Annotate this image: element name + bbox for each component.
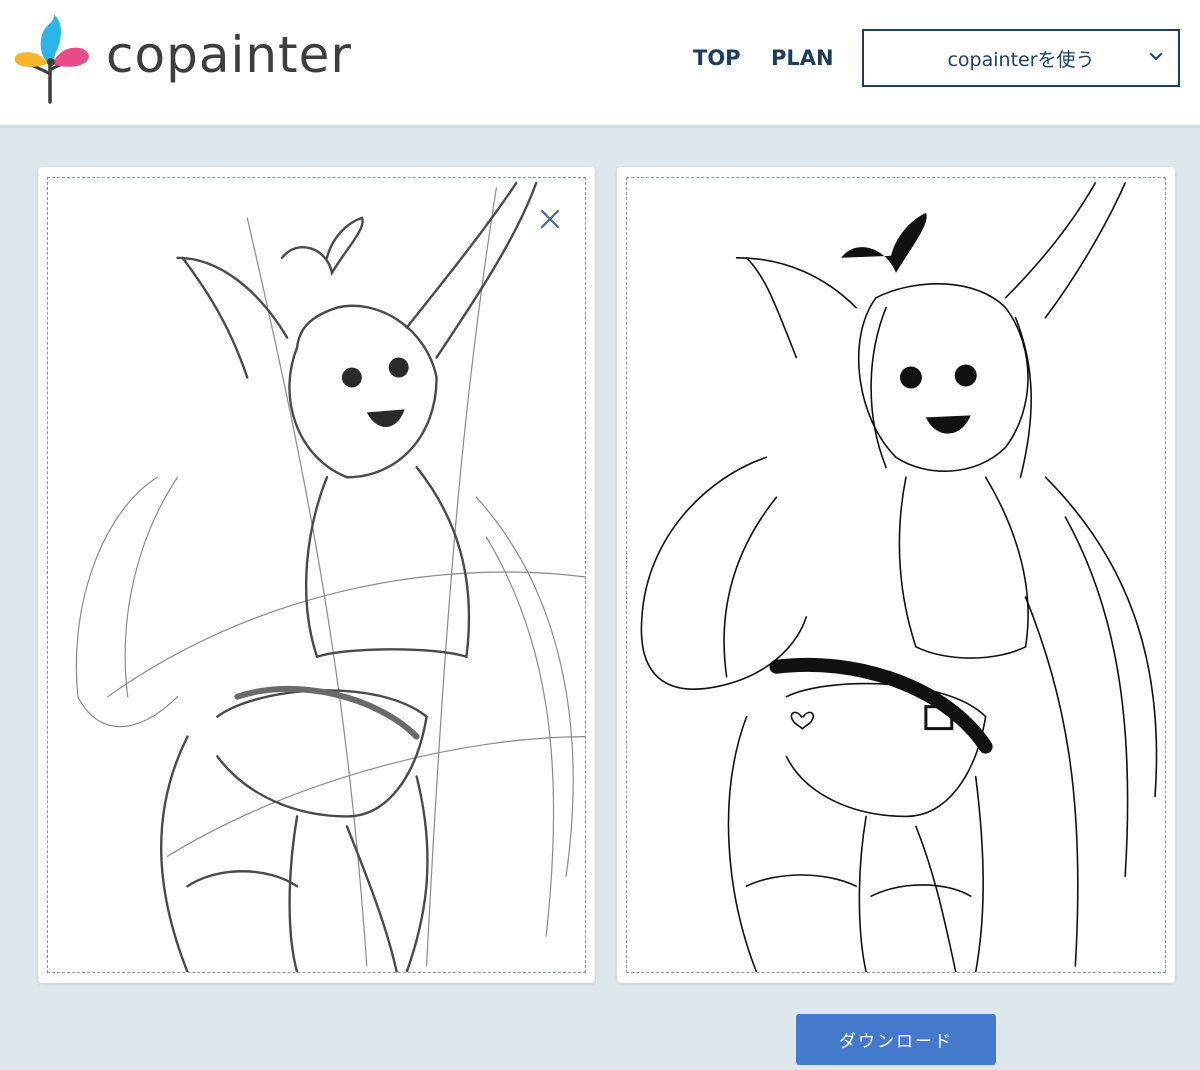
nav-plan-link[interactable]: PLAN [771,46,834,70]
flower-brush-icon [14,14,89,104]
input-image-panel [38,167,595,983]
logo-wordmark: copainter [106,26,352,84]
clean-lineart-image [640,182,1158,972]
lineart-result-area [626,177,1166,973]
site-header: copainter TOP PLAN copainterを使う [0,0,1200,128]
use-copainter-select[interactable]: copainterを使う [862,29,1180,87]
select-selected-value: copainterを使う [947,48,1095,71]
close-icon[interactable] [539,208,561,230]
download-button[interactable]: ダウンロード [796,1014,996,1065]
nav-top-link[interactable]: TOP [693,46,741,70]
logo[interactable]: copainter [10,12,352,104]
rough-sketch-image [75,181,585,972]
chevron-down-icon [1150,53,1162,60]
sketch-drop-area[interactable] [47,177,586,973]
output-image-panel [617,167,1175,983]
